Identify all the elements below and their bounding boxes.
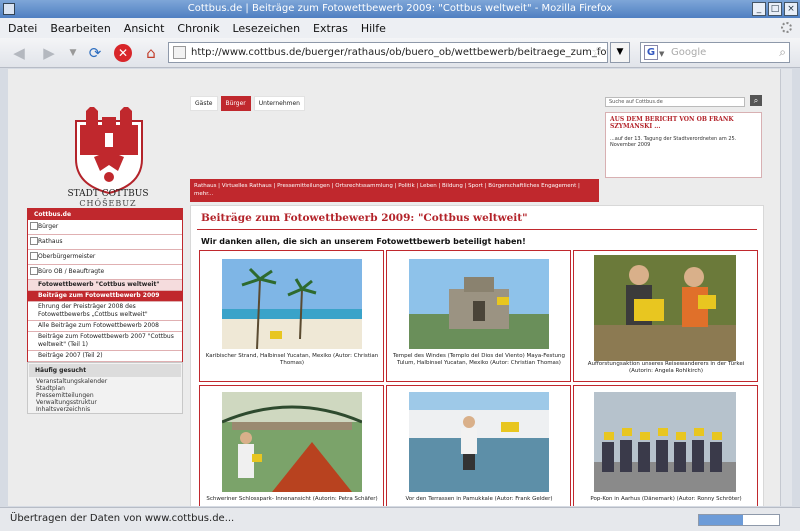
navigation-toolbar: ◀ ▶ ▼ ⟳ ✕ ⌂ http://www.cottbus.de/buerge… bbox=[0, 38, 800, 68]
leftnav-item-fotowettbewerb[interactable]: Fotowettbewerb "Cottbus weltweit" bbox=[28, 280, 182, 291]
intro-text: Wir danken allen, die sich an unserem Fo… bbox=[201, 237, 526, 246]
menu-hilfe[interactable]: Hilfe bbox=[361, 22, 386, 35]
audience-tabs: Gäste Bürger Unternehmen bbox=[190, 96, 305, 111]
quick-link-verwaltungsstruktur[interactable]: Verwaltungsstruktur bbox=[28, 399, 182, 406]
photo-pamukkale-terraces[interactable] bbox=[409, 392, 549, 492]
history-dropdown-icon[interactable]: ▼ bbox=[64, 44, 82, 62]
loading-progress-bar bbox=[698, 514, 780, 526]
window-menu-icon[interactable] bbox=[3, 3, 15, 15]
tab-buerger[interactable]: Bürger bbox=[220, 96, 251, 111]
photo-cell: Vor den Terrassen in Pamukkale (Autor: F… bbox=[386, 385, 571, 506]
photo-cell: Pop-Kon in Aarhus (Dänemark) (Autor: Ron… bbox=[573, 385, 758, 506]
main-content: Beiträge zum Fotowettbewerb 2009: "Cottb… bbox=[190, 205, 764, 506]
window-title: Cottbus.de | Beiträge zum Fotowettbewerb… bbox=[187, 3, 613, 14]
leftnav-item-buero-ob[interactable]: Büro OB / Beauftragte bbox=[28, 265, 182, 280]
forward-arrow-icon[interactable]: ▶ bbox=[40, 44, 58, 62]
leftnav-header[interactable]: Cottbus.de bbox=[28, 209, 182, 220]
news-box: AUS DEM BERICHT VON OB FRANK SZYMANSKI .… bbox=[605, 112, 762, 178]
photo-caribbean-beach[interactable] bbox=[222, 259, 362, 349]
back-arrow-icon[interactable]: ◀ bbox=[10, 44, 28, 62]
url-dropdown-button[interactable]: ▼ bbox=[610, 42, 630, 63]
engine-dropdown-icon[interactable]: ▼ bbox=[659, 45, 664, 64]
google-engine-icon[interactable]: G bbox=[644, 45, 658, 60]
tab-gaeste[interactable]: Gäste bbox=[190, 96, 218, 111]
quick-link-veranstaltungskalender[interactable]: Veranstaltungskalender bbox=[28, 378, 182, 385]
photo-reforestation-turkey[interactable] bbox=[594, 255, 736, 361]
photo-cell: Aufforstungsaktion unseres Reisewanderer… bbox=[573, 250, 758, 382]
menu-datei[interactable]: Datei bbox=[8, 22, 37, 35]
search-input[interactable]: G ▼ Google ⌕ bbox=[640, 42, 790, 63]
photo-schwerin-palace-garden[interactable] bbox=[222, 392, 362, 492]
leftnav-item-beitraege-2008[interactable]: Alle Beiträge zum Fotowettbewerb 2008 bbox=[28, 321, 182, 332]
leftnav-item-ehrung-2008[interactable]: Ehrung der Preisträger 2008 des Fotowett… bbox=[28, 302, 182, 321]
photo-caption: Schweriner Schlosspark- Innenansicht (Au… bbox=[206, 496, 378, 502]
leftnav-item-beitraege-2009[interactable]: Beiträge zum Fotowettbewerb 2009 bbox=[28, 291, 182, 302]
news-headline[interactable]: AUS DEM BERICHT VON OB FRANK SZYMANSKI .… bbox=[610, 116, 757, 130]
section-navigation[interactable]: Rathaus | Virtuelles Rathaus | Pressemit… bbox=[190, 179, 599, 202]
quick-link-pressemitteilungen[interactable]: Pressemitteilungen bbox=[28, 392, 182, 399]
search-magnifier-icon[interactable]: ⌕ bbox=[779, 43, 786, 62]
tab-unternehmen[interactable]: Unternehmen bbox=[253, 96, 305, 111]
photo-tulum-temple[interactable] bbox=[409, 259, 549, 349]
close-button[interactable]: × bbox=[784, 2, 798, 16]
photo-caption: Pop-Kon in Aarhus (Dänemark) (Autor: Ron… bbox=[590, 496, 742, 502]
left-navigation: Cottbus.de Bürger Rathaus Oberbürgermeis… bbox=[27, 208, 183, 363]
menu-lesezeichen[interactable]: Lesezeichen bbox=[232, 22, 300, 35]
menu-bearbeiten[interactable]: Bearbeiten bbox=[50, 22, 110, 35]
bookmark-star-icon[interactable]: ☆ bbox=[591, 43, 603, 62]
frequently-searched-header: Häufig gesucht bbox=[29, 364, 181, 377]
page-title: Beiträge zum Fotowettbewerb 2009: "Cottb… bbox=[201, 212, 528, 224]
menu-extras[interactable]: Extras bbox=[313, 22, 348, 35]
leftnav-item-rathaus[interactable]: Rathaus bbox=[28, 235, 182, 250]
site-search-placeholder: Suche auf Cottbus.de bbox=[609, 99, 663, 105]
quick-link-inhaltsverzeichnis[interactable]: Inhaltsverzeichnis bbox=[28, 406, 182, 413]
photo-cell: Karibischer Strand, Halbinsel Yucatan, M… bbox=[199, 250, 384, 382]
title-divider bbox=[197, 229, 757, 230]
stop-icon[interactable]: ✕ bbox=[114, 44, 132, 62]
window-title-bar: Cottbus.de | Beiträge zum Fotowettbewerb… bbox=[0, 0, 800, 18]
site-search-magnifier-icon[interactable]: ⌕ bbox=[750, 95, 762, 106]
news-text: ...auf der 13. Tagung der Stadtverordnet… bbox=[610, 136, 737, 148]
leftnav-item-buerger[interactable]: Bürger bbox=[28, 220, 182, 235]
city-sub-name: CHÓŠEBUZ bbox=[79, 199, 137, 208]
photo-cell: Schweriner Schlosspark- Innenansicht (Au… bbox=[199, 385, 384, 506]
photo-caption: Vor den Terrassen in Pamukkale (Autor: F… bbox=[405, 496, 553, 502]
throbber-icon bbox=[781, 22, 792, 33]
site-search-input[interactable]: Suche auf Cottbus.de bbox=[605, 97, 745, 107]
site-favicon-icon bbox=[173, 46, 186, 59]
page-viewport: STADT COTTBUS CHÓŠEBUZ Cottbus.de Bürger… bbox=[8, 69, 792, 506]
leftnav-item-beitraege-2007-teil1[interactable]: Beiträge zum Fotowettbewerb 2007 "Cottbu… bbox=[28, 332, 182, 351]
status-bar: Übertragen der Daten von www.cottbus.de.… bbox=[0, 507, 800, 531]
menu-ansicht[interactable]: Ansicht bbox=[124, 22, 165, 35]
photo-popkon-aarhus[interactable] bbox=[594, 392, 736, 492]
photo-caption: Karibischer Strand, Halbinsel Yucatan, M… bbox=[205, 353, 379, 366]
vertical-scrollbar[interactable] bbox=[780, 69, 792, 506]
url-text: http://www.cottbus.de/buerger/rathaus/ob… bbox=[191, 47, 607, 58]
photo-caption: Tempel des Windes (Templo del Dios del V… bbox=[392, 353, 566, 366]
maximize-button[interactable]: □ bbox=[768, 2, 782, 16]
cottbus-coat-of-arms-icon[interactable] bbox=[72, 107, 146, 195]
search-placeholder: Google bbox=[671, 47, 707, 58]
home-icon[interactable]: ⌂ bbox=[142, 44, 160, 62]
reload-icon[interactable]: ⟳ bbox=[86, 44, 104, 62]
city-name: STADT COTTBUS bbox=[67, 189, 149, 199]
leftnav-item-beitraege-2007-teil2[interactable]: Beiträge 2007 (Teil 2) bbox=[28, 351, 182, 362]
url-input[interactable]: http://www.cottbus.de/buerger/rathaus/ob… bbox=[168, 42, 608, 63]
quick-link-stadtplan[interactable]: Stadtplan bbox=[28, 385, 182, 392]
loading-progress-fill bbox=[699, 515, 743, 525]
frequently-searched-box: Häufig gesucht Veranstaltungskalender St… bbox=[27, 362, 183, 414]
photo-caption: Aufforstungsaktion unseres Reisewanderer… bbox=[587, 361, 745, 374]
menu-chronik[interactable]: Chronik bbox=[177, 22, 219, 35]
menu-bar: Datei Bearbeiten Ansicht Chronik Lesezei… bbox=[0, 18, 800, 38]
minimize-button[interactable]: _ bbox=[752, 2, 766, 16]
leftnav-item-oberbuergermeister[interactable]: Oberbürgermeister bbox=[28, 250, 182, 265]
status-text: Übertragen der Daten von www.cottbus.de.… bbox=[10, 513, 235, 524]
photo-cell: Tempel des Windes (Templo del Dios del V… bbox=[386, 250, 571, 382]
